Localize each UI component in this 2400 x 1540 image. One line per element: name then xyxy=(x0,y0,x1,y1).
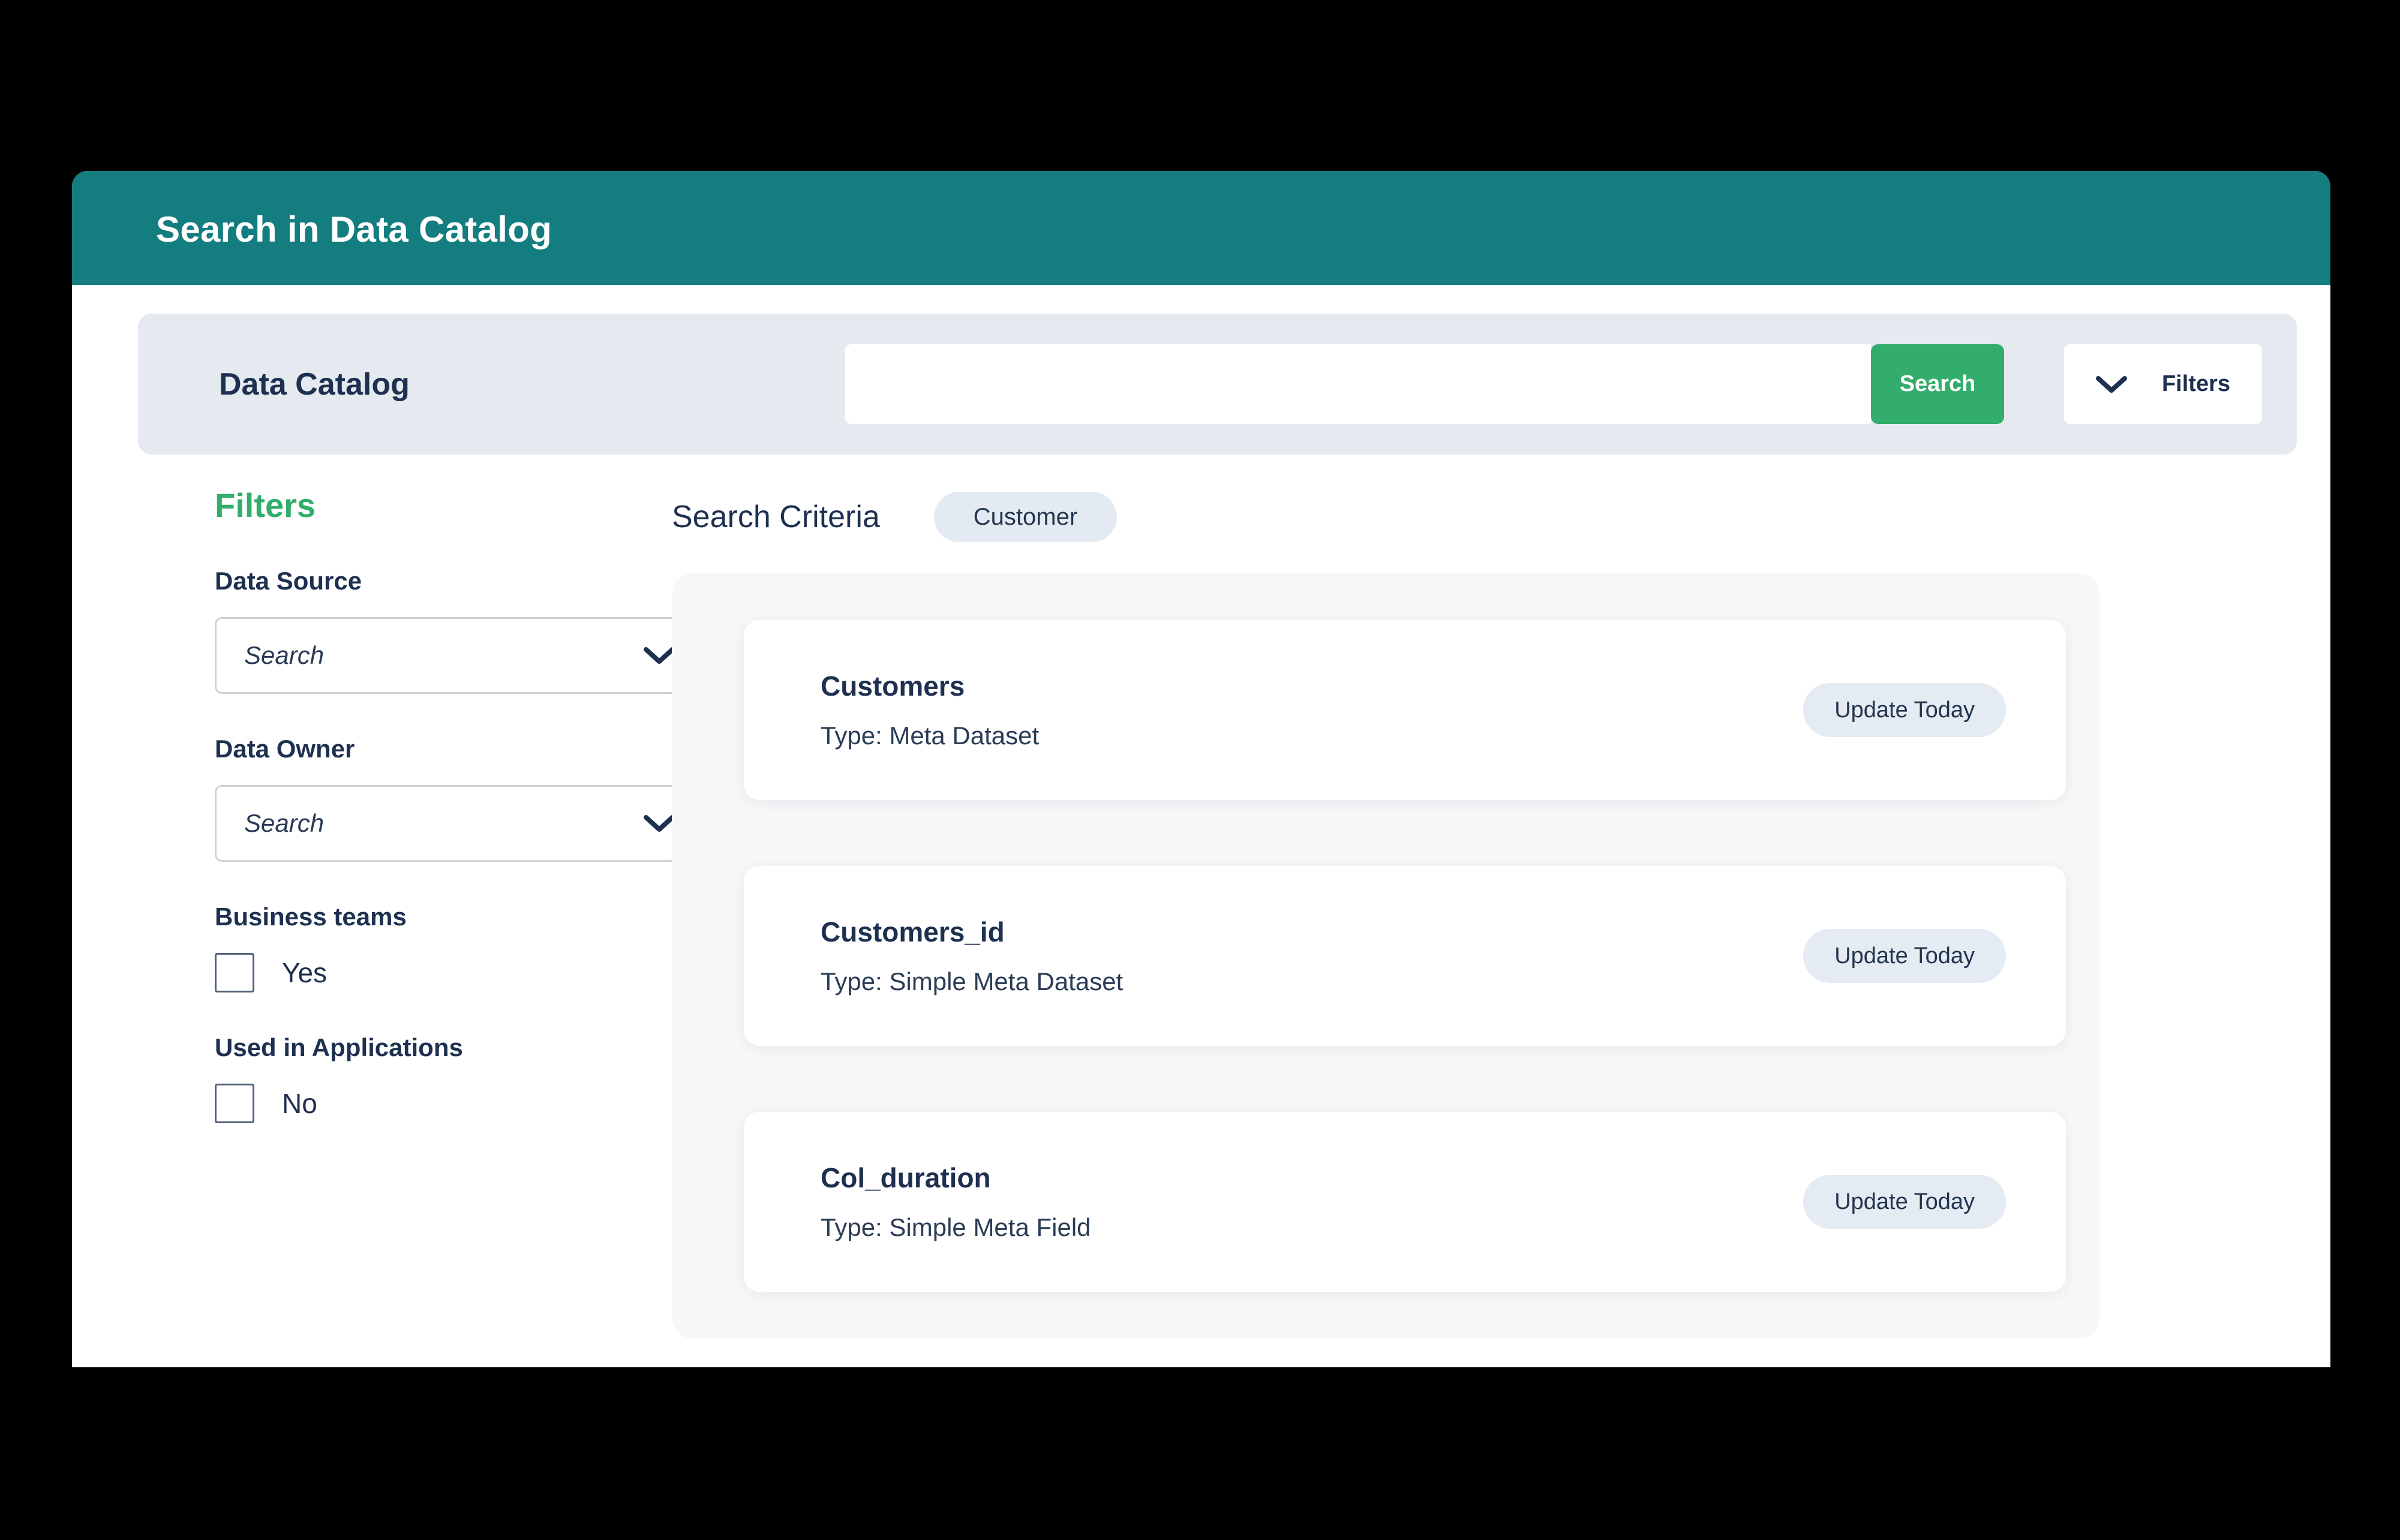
panel-heading: Data Catalog xyxy=(219,366,410,402)
update-today-button[interactable]: Update Today xyxy=(1803,1175,2006,1229)
screenshot-canvas: Search in Data Catalog Data Catalog Sear… xyxy=(0,0,2400,1540)
filters-button[interactable]: Filters xyxy=(2064,344,2262,424)
app-window: Search in Data Catalog Data Catalog Sear… xyxy=(72,171,2330,1367)
search-controls: Search Filters xyxy=(845,344,2262,424)
results-list: Customers Type: Meta Dataset Update Toda… xyxy=(672,573,2099,1339)
update-today-button[interactable]: Update Today xyxy=(1803,683,2006,737)
criteria-chip-customer[interactable]: Customer xyxy=(933,492,1118,542)
used-in-applications-row: No xyxy=(215,1084,648,1123)
filters-heading: Filters xyxy=(215,486,316,524)
data-source-label: Data Source xyxy=(215,567,362,595)
search-criteria-row: Search Criteria Customer xyxy=(672,492,2330,542)
filters-sidebar: Filters Data Source Search Data Owner Se… xyxy=(72,486,701,1339)
result-card-text: Col_duration Type: Simple Meta Field xyxy=(821,1162,1803,1242)
business-teams-row: Yes xyxy=(215,953,648,992)
data-owner-select[interactable]: Search xyxy=(215,785,701,862)
result-type: Type: Meta Dataset xyxy=(821,721,1040,750)
update-today-button[interactable]: Update Today xyxy=(1803,929,2006,983)
business-teams-label: Business teams xyxy=(215,903,407,931)
data-source-select[interactable]: Search xyxy=(215,617,701,694)
page-title: Search in Data Catalog xyxy=(156,209,552,249)
chevron-down-icon xyxy=(2095,375,2127,393)
result-title: Customers xyxy=(821,670,965,702)
window-body: Data Catalog Search Filters Filters Data… xyxy=(72,314,2330,1367)
result-card[interactable]: Customers Type: Meta Dataset Update Toda… xyxy=(744,620,2066,800)
data-owner-label: Data Owner xyxy=(215,735,355,763)
data-source-placeholder: Search xyxy=(244,641,325,669)
filters-button-label: Filters xyxy=(2161,371,2231,396)
search-criteria-label: Search Criteria xyxy=(672,500,880,534)
result-card-text: Customers_id Type: Simple Meta Dataset xyxy=(821,916,1803,996)
result-type: Type: Simple Meta Field xyxy=(821,1213,1091,1241)
used-in-applications-checkbox[interactable] xyxy=(215,1084,254,1123)
search-input[interactable] xyxy=(845,344,1871,424)
used-in-applications-label: Used in Applications xyxy=(215,1033,463,1061)
business-teams-option-label: Yes xyxy=(282,957,328,988)
business-teams-checkbox[interactable] xyxy=(215,953,254,992)
results-area: Search Criteria Customer Customers Type:… xyxy=(672,486,2330,1339)
chevron-down-icon xyxy=(644,814,675,832)
used-in-applications-option-label: No xyxy=(282,1088,317,1119)
search-button[interactable]: Search xyxy=(1871,344,2004,424)
result-title: Col_duration xyxy=(821,1162,991,1193)
result-type: Type: Simple Meta Dataset xyxy=(821,967,1124,995)
result-card-text: Customers Type: Meta Dataset xyxy=(821,670,1803,750)
data-owner-placeholder: Search xyxy=(244,809,325,837)
search-panel: Data Catalog Search Filters xyxy=(138,314,2297,455)
title-bar: Search in Data Catalog xyxy=(72,171,2330,285)
result-card[interactable]: Col_duration Type: Simple Meta Field Upd… xyxy=(744,1112,2066,1292)
result-card[interactable]: Customers_id Type: Simple Meta Dataset U… xyxy=(744,866,2066,1046)
main-content: Filters Data Source Search Data Owner Se… xyxy=(72,455,2330,1339)
chevron-down-icon xyxy=(644,646,675,664)
result-title: Customers_id xyxy=(821,916,1005,948)
